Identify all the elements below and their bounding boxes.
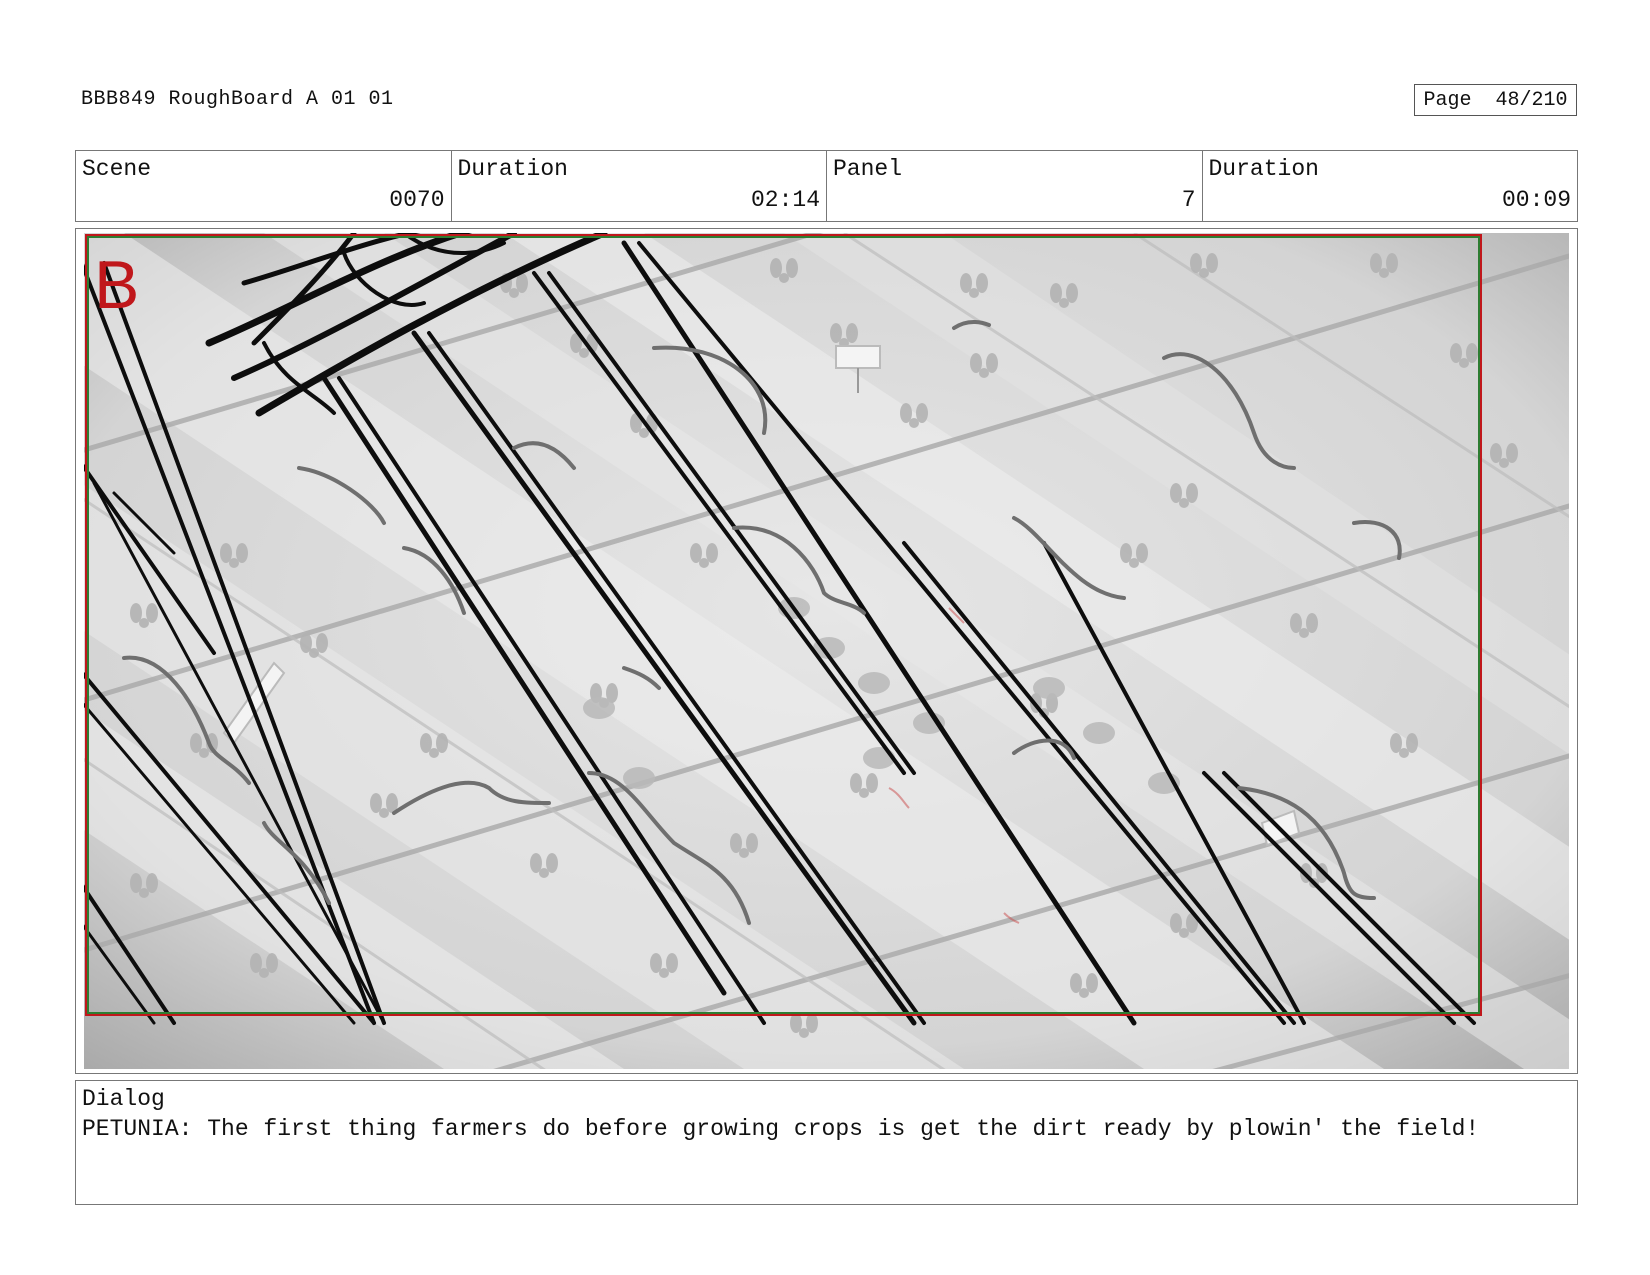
page-indicator: Page 48/210 <box>1414 84 1577 116</box>
panel-cell: Panel 7 <box>827 151 1203 221</box>
panel-label: Panel <box>833 156 903 182</box>
panel-drawing <box>84 233 1569 1069</box>
storyboard-panel-image: B <box>84 233 1569 1069</box>
scene-duration-label: Duration <box>457 156 568 182</box>
scene-duration-cell: Duration 02:14 <box>452 151 827 221</box>
scene-label: Scene <box>82 156 152 182</box>
panel-duration-value: 00:09 <box>1501 187 1571 213</box>
scene-value: 0070 <box>389 187 445 213</box>
info-row: Scene 0070 Duration 02:14 Panel 7 Durati… <box>75 150 1578 222</box>
dialog-text: PETUNIA: The first thing farmers do befo… <box>82 1116 1480 1142</box>
panel-value: 7 <box>1181 187 1196 213</box>
document-title: BBB849 RoughBoard A 01 01 <box>81 88 394 111</box>
panel-marker-letter: B <box>94 247 140 323</box>
dialog-label: Dialog <box>82 1086 165 1112</box>
scene-cell: Scene 0070 <box>76 151 452 221</box>
storyboard-panel-frame: B <box>75 228 1578 1074</box>
scene-duration-value: 02:14 <box>750 187 820 213</box>
panel-duration-label: Duration <box>1208 156 1319 182</box>
dialog-box: Dialog PETUNIA: The first thing farmers … <box>75 1080 1578 1205</box>
panel-duration-cell: Duration 00:09 <box>1203 151 1578 221</box>
